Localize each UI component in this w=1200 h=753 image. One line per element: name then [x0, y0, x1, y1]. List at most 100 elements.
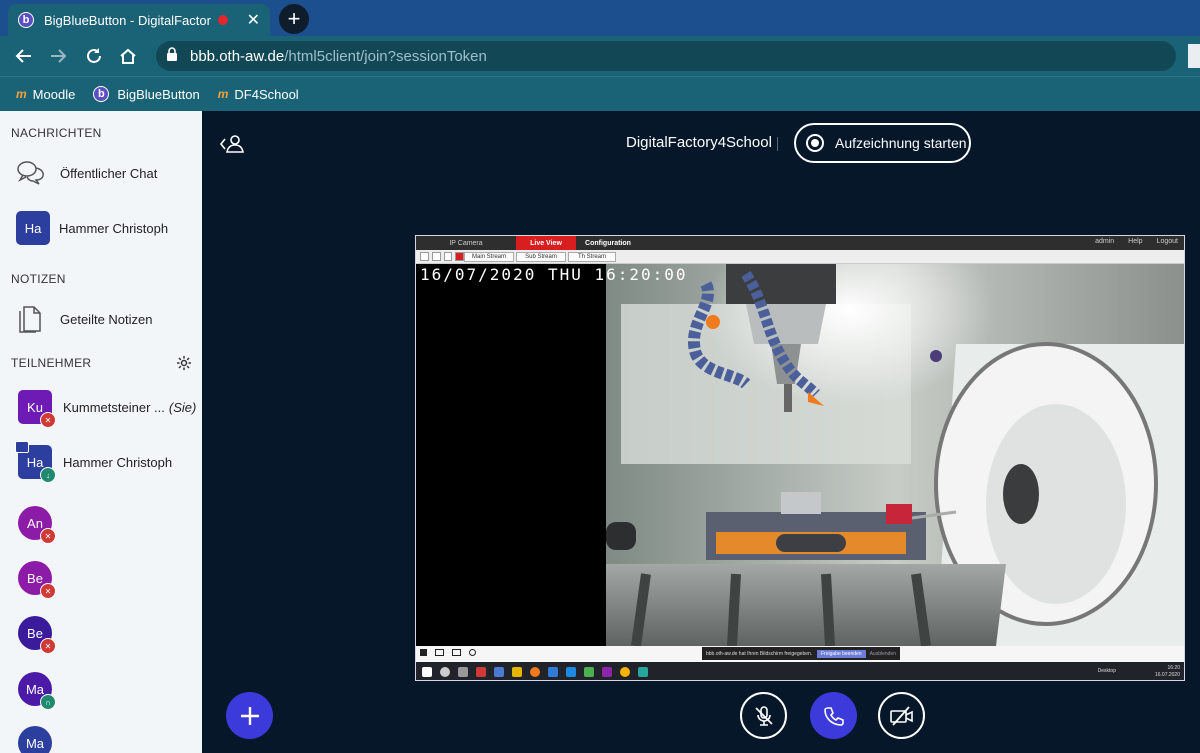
forward-arrow-icon[interactable] — [46, 44, 70, 68]
hide-notice-button[interactable]: Ausblenden — [870, 651, 896, 657]
bookmark-label: BigBlueButton — [117, 86, 200, 102]
avatar-initials: An — [27, 515, 43, 531]
url-host: bbb.oth-aw.de — [190, 47, 285, 65]
screenshare-view[interactable]: IP Camera Live View Configuration admin … — [415, 235, 1185, 681]
address-bar[interactable]: bbb.oth-aw.de/html5client/join?sessionTo… — [156, 41, 1176, 71]
divider — [777, 137, 778, 151]
record-clip-icon[interactable] — [452, 649, 461, 656]
actions-plus-button[interactable] — [226, 692, 273, 739]
screenshare-notice: bbb.oth-aw.de hat Ihren Bildschirm freig… — [702, 647, 900, 660]
participant-item[interactable]: An ✕ — [18, 506, 63, 544]
start-icon[interactable] — [422, 667, 432, 677]
bookmark-moodle[interactable]: m Moodle — [16, 87, 75, 102]
bookmark-label: Moodle — [32, 86, 76, 102]
unmute-mic-button[interactable] — [740, 692, 787, 739]
sub-stream-button[interactable]: Sub Stream — [516, 252, 566, 262]
reload-icon[interactable] — [82, 44, 106, 68]
participant-item[interactable]: Ku ✕ Kummetsteiner ... (Sie) — [18, 390, 197, 428]
new-tab-button[interactable]: + — [279, 4, 309, 34]
main-stream-button[interactable]: Main Stream — [464, 252, 514, 262]
taskview-icon[interactable] — [458, 667, 468, 677]
shared-notes-item[interactable]: Geteilte Notizen — [16, 303, 153, 335]
windows-taskbar: Desktop 16:20 16.07.2020 — [416, 662, 1184, 680]
clock-date: 16.07.2020 — [1154, 672, 1180, 678]
sidebar: NACHRICHTEN Öffentlicher Chat Ha Hammer … — [0, 111, 202, 753]
app-icon[interactable] — [584, 667, 594, 677]
bookmarks-bar: m Moodle b BigBlueButton m DF4School — [0, 76, 1200, 111]
avatar: Ku ✕ — [18, 390, 56, 428]
presenter-icon — [15, 441, 29, 453]
app-icon[interactable] — [494, 667, 504, 677]
third-stream-button[interactable]: Th Stream — [568, 252, 616, 262]
stream-controls: Main Stream Sub Stream Th Stream — [416, 250, 1184, 264]
camera-status-bar: bbb.oth-aw.de hat Ihren Bildschirm freig… — [416, 646, 1184, 662]
help-link[interactable]: Help — [1128, 238, 1142, 245]
view-button[interactable] — [420, 252, 429, 261]
bookmark-bigbluebutton[interactable]: b BigBlueButton — [93, 86, 200, 102]
participant-item[interactable]: Ma ∩ — [18, 672, 63, 710]
view-button[interactable] — [431, 252, 441, 261]
app-icon[interactable] — [638, 667, 648, 677]
tab-ip-camera[interactable]: IP Camera — [416, 236, 516, 250]
window-scroll-handle[interactable] — [1188, 44, 1200, 68]
machine-scene-image — [416, 264, 1184, 646]
browser-tab[interactable]: b BigBlueButton - DigitalFactor ✕ — [8, 4, 270, 36]
close-icon[interactable]: ✕ — [247, 10, 260, 30]
app-icon[interactable] — [566, 667, 576, 677]
view-button[interactable] — [443, 252, 453, 261]
participant-item[interactable]: Be ✕ — [18, 616, 63, 654]
participant-item[interactable]: Be ✕ — [18, 561, 63, 599]
app-icon[interactable] — [476, 667, 486, 677]
avatar: Ha — [16, 211, 50, 245]
share-webcam-button[interactable] — [878, 692, 925, 739]
participant-item[interactable]: Ma — [18, 726, 63, 753]
toggle-userlist-icon[interactable] — [219, 133, 245, 155]
playback-controls — [420, 649, 476, 656]
camera-account-links: admin Help Logout — [1095, 238, 1178, 245]
firefox-icon[interactable] — [530, 667, 540, 677]
chat-icon — [16, 159, 46, 187]
public-chat-item[interactable]: Öffentlicher Chat — [16, 159, 157, 187]
chrome-icon[interactable] — [620, 667, 630, 677]
search-icon[interactable] — [440, 667, 450, 677]
plus-icon — [240, 706, 259, 725]
browser-toolbar: bbb.oth-aw.de/html5client/join?sessionTo… — [0, 36, 1200, 76]
self-label: (Sie) — [168, 399, 197, 415]
muted-mic-icon: ✕ — [40, 528, 56, 544]
private-chat-item[interactable]: Ha Hammer Christoph — [16, 211, 168, 245]
leave-audio-button[interactable] — [810, 692, 857, 739]
participant-item[interactable]: Ha ↓ Hammer Christoph — [15, 441, 173, 483]
folder-icon[interactable] — [512, 667, 522, 677]
moodle-icon: m — [16, 87, 27, 101]
bookmark-label: DF4School — [234, 86, 299, 102]
clock-time: 16:20 — [1167, 665, 1180, 671]
participants-section-title: TEILNEHMER — [11, 356, 92, 370]
stop-sharing-button[interactable]: Freigabe beenden — [816, 649, 866, 658]
logout-link[interactable]: Logout — [1157, 238, 1178, 245]
tab-configuration[interactable]: Configuration — [576, 236, 640, 250]
participant-name: Hammer Christoph — [63, 454, 173, 470]
start-recording-button[interactable]: Aufzeichnung starten — [794, 123, 971, 163]
browser-tabstrip: b BigBlueButton - DigitalFactor ✕ + — [0, 0, 1200, 36]
back-arrow-icon[interactable] — [12, 44, 36, 68]
edge-icon[interactable] — [548, 667, 558, 677]
tray-text: Desktop — [1097, 668, 1116, 674]
admin-link[interactable]: admin — [1095, 238, 1114, 245]
app-icon[interactable] — [602, 667, 612, 677]
record-button[interactable] — [455, 252, 464, 261]
avatar-initials: Be — [27, 570, 43, 586]
avatar-initials: Ku — [27, 399, 43, 415]
zoom-icon[interactable] — [469, 649, 476, 656]
tab-live-view[interactable]: Live View — [516, 236, 576, 250]
snapshot-icon[interactable] — [435, 649, 444, 656]
share-notice-text: bbb.oth-aw.de hat Ihren Bildschirm freig… — [706, 650, 813, 657]
avatar: Be ✕ — [18, 616, 56, 654]
stop-icon[interactable] — [420, 649, 427, 656]
muted-mic-icon: ✕ — [40, 412, 56, 428]
avatar-initials: Ha — [26, 454, 44, 470]
home-icon[interactable] — [116, 44, 140, 68]
gear-icon[interactable] — [176, 355, 192, 371]
record-label: Aufzeichnung starten — [835, 135, 967, 151]
bookmark-df4school[interactable]: m DF4School — [218, 87, 299, 102]
muted-mic-icon: ✕ — [40, 583, 56, 599]
